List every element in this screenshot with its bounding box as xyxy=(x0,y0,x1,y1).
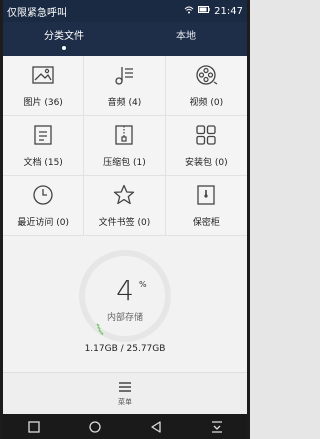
active-tab-indicator xyxy=(62,46,66,50)
category-recent[interactable]: 最近访问 (0) xyxy=(3,176,85,236)
category-archives[interactable]: 压缩包 (1) xyxy=(84,116,166,176)
status-bar: 仅限紧急呼叫 21:47 xyxy=(3,0,247,22)
category-audio[interactable]: 音频 (4) xyxy=(84,56,166,116)
category-bookmarks[interactable]: 文件书签 (0) xyxy=(84,176,166,236)
menu-icon xyxy=(119,382,131,392)
category-label: 文件书签 (0) xyxy=(98,218,151,228)
category-label: 压缩包 (1) xyxy=(103,158,146,168)
tab-label: 本地 xyxy=(176,31,196,42)
clock-time: 21:47 xyxy=(214,5,243,17)
menu-button[interactable]: 菜单 xyxy=(3,372,247,415)
category-safe[interactable]: 保密柜 xyxy=(165,176,247,236)
category-label: 音频 (4) xyxy=(107,98,142,108)
safe-icon xyxy=(197,185,215,205)
tab-categories[interactable]: 分类文件 xyxy=(3,22,125,56)
tab-bar: 分类文件 本地 xyxy=(3,22,247,56)
film-reel-icon xyxy=(196,65,218,85)
category-documents[interactable]: 文档 (15) xyxy=(3,116,85,176)
home-circle-icon[interactable] xyxy=(88,420,102,434)
percent-sign: % xyxy=(139,280,147,289)
star-icon xyxy=(114,184,135,205)
apps-icon xyxy=(196,125,216,145)
category-label: 文档 (15) xyxy=(23,158,63,168)
image-icon xyxy=(32,66,54,84)
tab-local[interactable]: 本地 xyxy=(125,22,247,56)
category-label: 保密柜 xyxy=(192,218,220,228)
clock-icon xyxy=(33,185,53,205)
document-icon xyxy=(34,125,52,145)
right-bezel xyxy=(247,0,250,439)
phone-screen: 仅限紧急呼叫 21:47 分类文件 本地 图片 (36) 音频 (4) 视频 (… xyxy=(0,0,250,439)
category-label: 图片 (36) xyxy=(23,98,63,108)
tab-label: 分类文件 xyxy=(44,31,84,42)
notification-pull-icon[interactable] xyxy=(210,420,224,434)
music-icon xyxy=(115,67,134,85)
storage-label: 内部存储 xyxy=(106,313,143,323)
category-packages[interactable]: 安装包 (0) xyxy=(165,116,247,176)
archive-icon xyxy=(115,125,134,145)
usage-arc xyxy=(96,323,104,336)
battery-icon xyxy=(198,6,210,16)
category-label: 最近访问 (0) xyxy=(17,218,69,228)
system-navigation-bar xyxy=(3,414,247,439)
category-label: 安装包 (0) xyxy=(185,158,228,168)
category-grid: 图片 (36) 音频 (4) 视频 (0) 文档 (15) 压缩包 (1) 安装… xyxy=(3,56,247,236)
category-images[interactable]: 图片 (36) xyxy=(3,56,85,116)
storage-percent: 4 xyxy=(116,274,134,307)
wifi-icon xyxy=(184,6,194,17)
storage-panel[interactable]: 4 % 内部存储 1.17GB / 25.77GB xyxy=(3,236,247,372)
back-triangle-icon[interactable] xyxy=(149,420,163,434)
storage-size: 1.17GB / 25.77GB xyxy=(84,344,166,354)
category-video[interactable]: 视频 (0) xyxy=(165,56,247,116)
menu-label: 菜单 xyxy=(118,398,132,406)
category-label: 视频 (0) xyxy=(189,98,224,108)
recents-square-icon[interactable] xyxy=(27,420,41,434)
carrier-text: 仅限紧急呼叫 xyxy=(7,7,67,19)
